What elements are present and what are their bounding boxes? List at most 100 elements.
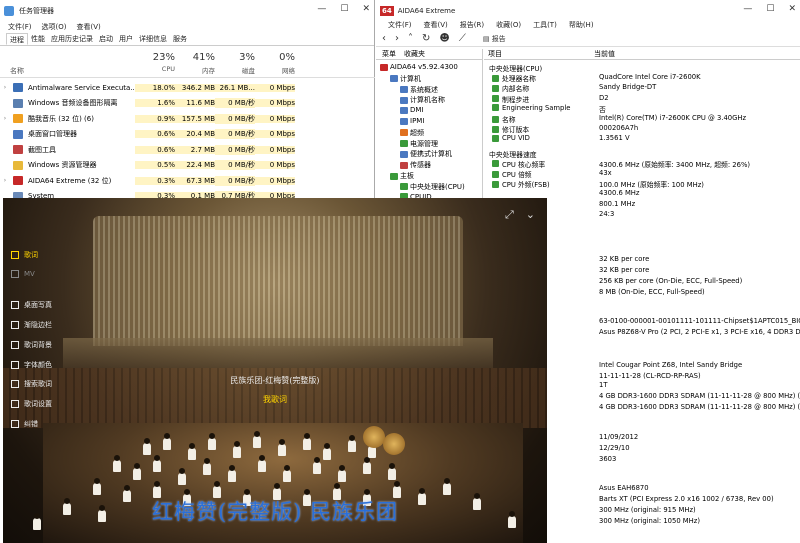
tab-users[interactable]: 用户 <box>116 33 136 45</box>
column-disk[interactable]: 3% 磁盘 <box>215 52 255 75</box>
process-name: 桌面窗口管理器 <box>28 130 77 139</box>
player-menu-label: 渐隐边栏 <box>24 321 52 329</box>
header-item[interactable]: 项目 <box>484 49 594 59</box>
cpu-label: CPU <box>161 65 175 73</box>
tree-node-icon <box>400 183 408 191</box>
tree-node[interactable]: AIDA64 v5.92.4300 <box>380 63 458 71</box>
column-memory[interactable]: 41% 内存 <box>175 52 215 75</box>
tree-node[interactable]: 主板 <box>390 171 414 181</box>
process-network: 0 Mbps <box>255 176 295 185</box>
menu-options[interactable]: 选项(O) <box>42 22 67 33</box>
tab-services[interactable]: 服务 <box>170 33 190 45</box>
tab-favorites[interactable]: 收藏夹 <box>404 49 425 59</box>
menu-file[interactable]: 文件(F) <box>8 22 32 33</box>
player-menu-item[interactable]: 字体颜色 <box>11 360 52 370</box>
tab-processes[interactable]: 进程 <box>6 33 28 45</box>
property-value: 256 KB per core (On-Die, ECC, Full-Speed… <box>599 277 742 285</box>
expand-chevron-icon: › <box>3 177 7 185</box>
process-name: Windows 资源管理器 <box>28 161 97 170</box>
menu-report[interactable]: 报告(R) <box>460 20 484 31</box>
menu-file[interactable]: 文件(F) <box>388 20 412 31</box>
minimize-icon[interactable]: — <box>743 4 752 14</box>
menu-tools[interactable]: 工具(T) <box>533 20 557 31</box>
tab-startup[interactable]: 启动 <box>96 33 116 45</box>
tab-performance[interactable]: 性能 <box>28 33 48 45</box>
property-value: QuadCore Intel Core i7-2600K <box>599 73 701 81</box>
close-icon[interactable]: ✕ <box>788 4 796 14</box>
tree-node-icon <box>400 106 408 114</box>
musician-figure <box>313 457 321 474</box>
memory-total: 41% <box>192 52 215 63</box>
menu-help[interactable]: 帮助(H) <box>569 20 594 31</box>
tree-node-label: 便携式计算机 <box>410 150 452 159</box>
tree-node[interactable]: DMI <box>400 106 424 114</box>
property-value: Asus P8Z68-V Pro (2 PCI, 2 PCI-E x1, 3 P… <box>599 328 800 336</box>
collapse-icon[interactable]: ⌄ <box>526 208 535 222</box>
process-row[interactable]: Windows 资源管理器 0.5% 22.4 MB 0 MB/秒 0 Mbps <box>0 158 375 174</box>
tree-node[interactable]: 便携式计算机 <box>400 149 452 159</box>
process-row[interactable]: 截图工具 0.6% 2.7 MB 0 MB/秒 0 Mbps <box>0 142 375 158</box>
forward-icon[interactable]: › <box>395 33 399 44</box>
musician-figure <box>323 443 331 460</box>
process-icon <box>13 129 23 139</box>
process-row[interactable]: 桌面窗口管理器 0.6% 20.4 MB 0 MB/秒 0 Mbps <box>0 127 375 143</box>
process-memory: 67.3 MB <box>175 176 215 185</box>
refresh-icon[interactable]: ↻ <box>422 33 430 44</box>
tab-menu[interactable]: 菜单 <box>382 49 396 59</box>
tree-node[interactable]: 超频 <box>400 128 424 138</box>
user-icon[interactable]: ☻ <box>439 33 449 44</box>
aida64-title: AIDA64 Extreme <box>397 7 456 15</box>
player-menu-item[interactable]: MV <box>11 270 35 278</box>
menu-view[interactable]: 查看(V) <box>76 22 100 33</box>
menu-favorites[interactable]: 收藏(O) <box>496 20 521 31</box>
tree-node[interactable]: 中央处理器(CPU) <box>400 182 465 192</box>
column-name[interactable]: 名称 <box>10 66 24 76</box>
tree-node[interactable]: 系统概述 <box>400 85 438 95</box>
maximize-icon[interactable]: ☐ <box>340 4 348 14</box>
property-icon <box>492 84 499 92</box>
chart-icon[interactable]: ⟋ <box>459 33 466 44</box>
property-value-text: Intel Cougar Point Z68, Intel Sandy Brid… <box>599 361 743 369</box>
close-icon[interactable]: ✕ <box>362 4 370 14</box>
tree-node[interactable]: 计算机 <box>390 74 421 84</box>
property-value: 4 GB DDR3-1600 DDR3 SDRAM (11-11-11-28 @… <box>599 392 800 400</box>
player-menu-item[interactable]: 歌词背景 <box>11 340 52 350</box>
tree-node[interactable]: 传感器 <box>400 160 431 170</box>
process-memory: 11.6 MB <box>175 99 215 108</box>
player-menu-item[interactable]: 纠错 <box>11 419 38 429</box>
player-top-controls: ⤢ ⌄ <box>505 208 535 222</box>
menu-view[interactable]: 查看(V) <box>424 20 448 31</box>
header-value[interactable]: 当前值 <box>594 49 615 59</box>
property-name: 处理器名称 <box>492 73 536 83</box>
tree-node-icon <box>400 140 408 148</box>
process-disk: 26.1 MB... <box>215 83 255 92</box>
back-icon[interactable]: ‹ <box>382 33 386 44</box>
property-value-text: 24:3 <box>599 209 615 218</box>
tree-node[interactable]: IPMI <box>400 117 424 125</box>
process-row[interactable]: Windows 音频设备图形隔离 1.6% 11.6 MB 0 MB/秒 0 Mbps <box>0 96 375 112</box>
process-disk: 0 MB/秒 <box>215 113 255 124</box>
process-name: 酷我音乐 (32 位) (6) <box>28 114 94 123</box>
process-row[interactable]: › Antimalware Service Executa... 18.0% 346.… <box>0 80 375 96</box>
lyric-next-line[interactable]: 我歌词 <box>3 394 547 405</box>
column-network[interactable]: 0% 网络 <box>255 52 295 75</box>
property-name-text: 名称 <box>502 116 516 124</box>
player-menu-item[interactable]: 桌面写真 <box>11 300 52 310</box>
property-icon <box>492 160 499 168</box>
tab-app-history[interactable]: 应用历史记录 <box>48 33 96 45</box>
musician-figure <box>258 455 266 472</box>
tree-node[interactable]: 电源管理 <box>400 139 438 149</box>
fullscreen-icon[interactable]: ⤢ <box>505 208 514 222</box>
tab-details[interactable]: 详细信息 <box>136 33 170 45</box>
process-network: 0 Mbps <box>255 83 295 92</box>
up-icon[interactable]: ˄ <box>408 33 413 44</box>
report-button[interactable]: ▤ 报告 <box>483 34 506 44</box>
player-menu-item[interactable]: 歌词 <box>11 250 38 260</box>
process-row[interactable]: › AIDA64 Extreme (32 位) 0.3% 67.3 MB 0 MB/秒 0… <box>0 173 375 189</box>
player-menu-item[interactable]: 渐隐边栏 <box>11 320 52 330</box>
process-row[interactable]: › 酷我音乐 (32 位) (6) 0.9% 157.5 MB 0 MB/秒 0 Mbps <box>0 111 375 127</box>
minimize-icon[interactable]: — <box>317 4 326 14</box>
tree-node[interactable]: 计算机名称 <box>400 95 445 105</box>
column-cpu[interactable]: 23% CPU <box>135 52 175 73</box>
maximize-icon[interactable]: ☐ <box>766 4 774 14</box>
